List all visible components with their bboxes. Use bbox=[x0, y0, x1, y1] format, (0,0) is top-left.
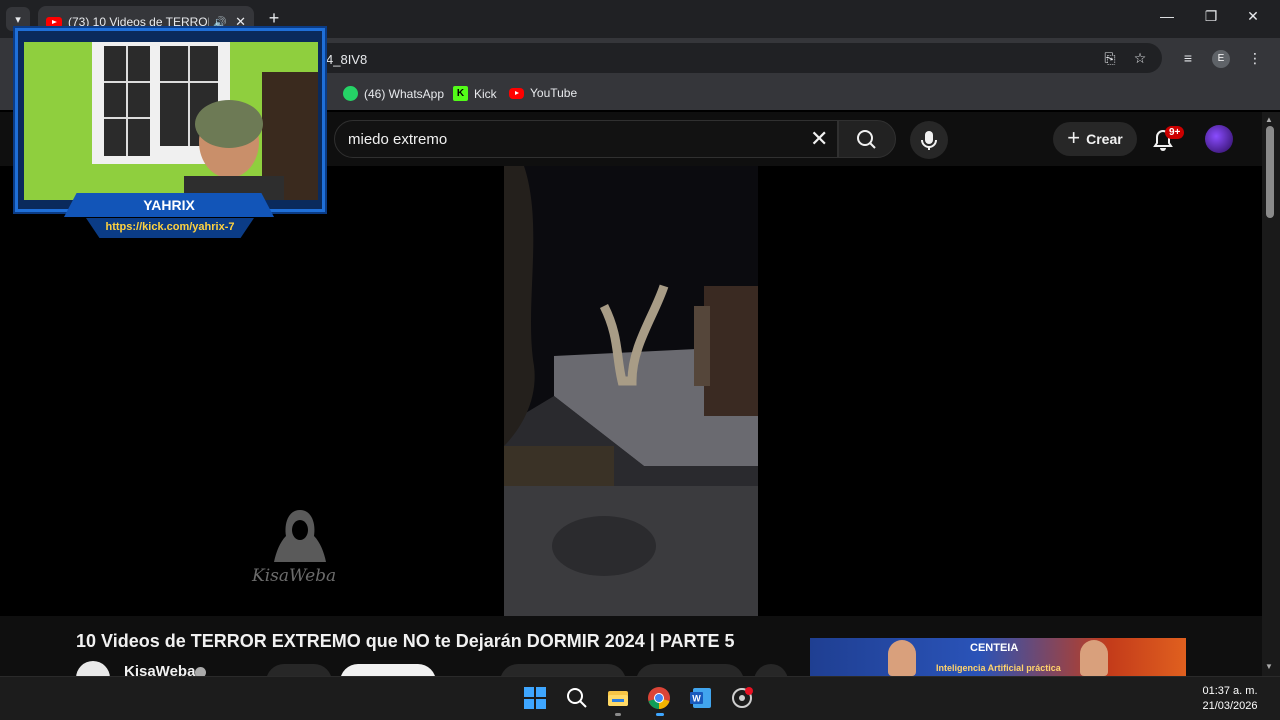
taskbar-search-icon[interactable] bbox=[565, 686, 589, 710]
youtube-icon bbox=[509, 87, 524, 99]
streamer-url: https://kick.com/yahrix-7 bbox=[105, 221, 235, 233]
notification-badge: 9+ bbox=[1165, 126, 1185, 139]
bookmark-kick[interactable]: K Kick bbox=[453, 86, 497, 101]
new-tab-button[interactable]: + bbox=[264, 8, 284, 28]
search-query[interactable]: miedo extremo bbox=[348, 131, 447, 148]
create-label: Crear bbox=[1086, 131, 1123, 147]
video-watermark: KisaWeba bbox=[252, 566, 337, 586]
kisaweba-logo-icon bbox=[274, 510, 326, 562]
menu-dots-icon[interactable]: ⋮ bbox=[1246, 50, 1264, 67]
windows-start-icon[interactable] bbox=[523, 686, 547, 710]
bookmark-label: YouTube bbox=[530, 86, 578, 100]
media-control-icon[interactable]: ≡ bbox=[1179, 50, 1197, 66]
youtube-favicon-icon bbox=[46, 16, 62, 28]
whatsapp-icon bbox=[343, 86, 358, 101]
bookmark-star-icon[interactable]: ☆ bbox=[1131, 50, 1149, 67]
taskbar-clock[interactable]: 01:37 a. m. 21/03/2026 bbox=[1190, 684, 1270, 714]
bookmark-youtube[interactable]: YouTube bbox=[509, 86, 577, 100]
chrome-active-indicator bbox=[656, 713, 664, 716]
clock-time: 01:37 a. m. bbox=[1202, 685, 1258, 697]
chrome-icon[interactable] bbox=[647, 686, 671, 710]
clock-date: 21/03/2026 bbox=[1202, 700, 1258, 712]
bookmark-label: Kick bbox=[474, 86, 497, 101]
address-bar[interactable] bbox=[310, 43, 1162, 73]
video-frame-night-street bbox=[504, 166, 758, 616]
bookmark-label: (46) WhatsApp bbox=[364, 86, 445, 101]
voice-search-button[interactable] bbox=[910, 121, 948, 159]
clear-search-icon[interactable]: ✕ bbox=[810, 126, 828, 152]
kick-icon: K bbox=[453, 86, 468, 101]
file-explorer-icon[interactable] bbox=[606, 686, 630, 710]
speaker-icon[interactable]: 🔊 bbox=[213, 16, 227, 29]
video-title: 10 Videos de TERROR EXTREMO que NO te De… bbox=[76, 631, 735, 651]
install-app-icon[interactable]: ⎘ bbox=[1101, 50, 1119, 67]
scroll-down-icon[interactable]: ▼ bbox=[1265, 662, 1273, 671]
tab-title: (73) 10 Videos de TERROR E bbox=[68, 15, 209, 29]
explorer-active-indicator bbox=[615, 713, 621, 716]
scrollbar-thumb[interactable] bbox=[1266, 126, 1274, 218]
restore-button[interactable]: ❐ bbox=[1196, 8, 1226, 30]
streamer-name: YAHRIX bbox=[143, 197, 195, 213]
plus-icon: + bbox=[1067, 125, 1081, 150]
webcam-feed bbox=[24, 42, 318, 200]
ad-person-image bbox=[888, 640, 916, 676]
account-avatar[interactable] bbox=[1205, 125, 1233, 153]
windows-taskbar bbox=[0, 676, 1280, 720]
search-button[interactable] bbox=[838, 120, 896, 158]
minimize-button[interactable]: — bbox=[1152, 8, 1182, 30]
bookmark-whatsapp[interactable]: (46) WhatsApp bbox=[343, 86, 444, 101]
scroll-up-icon[interactable]: ▲ bbox=[1265, 115, 1273, 124]
ad-person-image bbox=[1080, 640, 1108, 676]
close-window-button[interactable]: ✕ bbox=[1238, 8, 1268, 30]
ad-brand: CENTEIA bbox=[970, 642, 1019, 654]
microphone-icon bbox=[921, 131, 937, 150]
search-icon bbox=[857, 130, 876, 149]
word-icon[interactable]: W bbox=[689, 686, 713, 710]
svg-text:W: W bbox=[692, 694, 701, 704]
url-text[interactable]: 4_8IV8 bbox=[326, 52, 367, 67]
create-button[interactable]: + Crear bbox=[1053, 122, 1137, 156]
settings-app-icon[interactable] bbox=[730, 686, 754, 710]
ad-tagline: Inteligencia Artificial práctica bbox=[936, 663, 1061, 673]
profile-avatar[interactable]: E bbox=[1212, 50, 1230, 68]
